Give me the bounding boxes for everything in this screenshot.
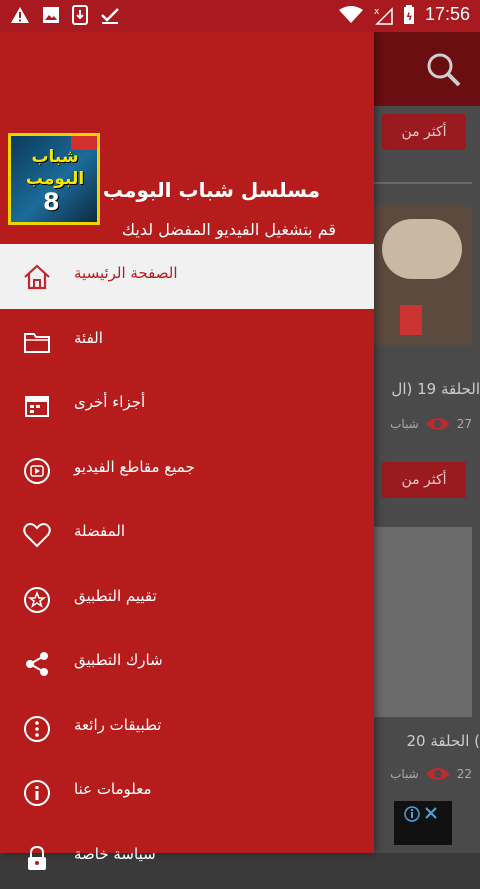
search-icon[interactable] (426, 52, 462, 88)
no-signal-icon: x (373, 5, 393, 25)
menu-item-label: تقييم التطبيق (74, 587, 157, 605)
eye-icon (425, 766, 451, 782)
share-icon (22, 649, 52, 679)
menu-item-other-parts[interactable]: أجزاء أخرى (0, 373, 374, 438)
divider (372, 182, 472, 184)
app-subtitle: قم بتشغيل الفيديو المفضل لديك (122, 220, 336, 239)
menu-item-label: جميع مقاطع الفيديو (74, 458, 195, 476)
status-bar: x ϟ 17:56 (0, 0, 480, 32)
menu-item-label: الصفحة الرئيسية (74, 264, 178, 282)
menu-item-favorites[interactable]: المفضلة (0, 502, 374, 567)
menu-item-category[interactable]: الفئة (0, 309, 374, 374)
calendar-icon (22, 391, 52, 421)
svg-text:x: x (374, 7, 380, 17)
download-icon (72, 5, 88, 25)
ad-info-icon[interactable] (402, 805, 442, 823)
star-icon (22, 585, 52, 615)
menu-item-label: شارك التطبيق (74, 651, 163, 669)
home-icon (22, 262, 52, 292)
ad-banner[interactable] (394, 801, 452, 845)
episode-title[interactable]: الحلقة 19 (ال (372, 380, 480, 398)
menu-item-home[interactable]: الصفحة الرئيسية (0, 244, 374, 309)
warning-icon (10, 6, 30, 24)
menu-item-label: المفضلة (74, 522, 125, 540)
menu-item-about-us[interactable]: معلومات عنا (0, 760, 374, 825)
logo-number: 8 (43, 188, 60, 216)
folder-icon (22, 327, 52, 357)
drawer-header: شباب البومب 8 مسلسل شباب البومب قم بتشغي… (0, 32, 374, 244)
wifi-icon (339, 6, 363, 24)
check-icon (100, 6, 120, 24)
menu-item-label: الفئة (74, 329, 103, 347)
channel-name: شباب (390, 417, 419, 431)
view-count: 27 (457, 417, 472, 431)
video-thumbnail[interactable] (372, 527, 472, 717)
more-button[interactable]: أكثر من (382, 114, 466, 150)
eye-icon (425, 416, 451, 432)
menu-item-share-app[interactable]: شارك التطبيق (0, 631, 374, 696)
menu-item-label: أجزاء أخرى (74, 393, 145, 411)
clock: 17:56 (425, 4, 470, 25)
video-thumbnail[interactable] (372, 205, 472, 345)
battery-icon: ϟ (403, 5, 415, 25)
menu-item-label: تطبيقات رائعة (74, 716, 161, 734)
channel-name: شباب (390, 767, 419, 781)
heart-icon (22, 520, 52, 550)
menu-item-label: سياسة خاصة (74, 845, 156, 863)
play-video-icon (22, 456, 52, 486)
more-dots-icon (22, 714, 52, 744)
more-button[interactable]: أكثر من (382, 462, 466, 498)
lock-icon (22, 843, 52, 873)
app-title: مسلسل شباب البومب (103, 178, 320, 202)
episode-title[interactable]: الحلقة 20 ( (372, 732, 480, 750)
menu-item-label: معلومات عنا (74, 780, 152, 798)
view-count: 22 (457, 767, 472, 781)
menu-item-rate-app[interactable]: تقييم التطبيق (0, 567, 374, 632)
image-icon (42, 6, 60, 24)
info-icon (22, 778, 52, 808)
navigation-drawer: شباب البومب 8 مسلسل شباب البومب قم بتشغي… (0, 32, 374, 853)
logo-text: شباب البومب (13, 146, 97, 190)
menu-item-all-videos[interactable]: جميع مقاطع الفيديو (0, 438, 374, 503)
menu-item-great-apps[interactable]: تطبيقات رائعة (0, 696, 374, 761)
menu-item-privacy-policy[interactable]: سياسة خاصة (0, 825, 374, 889)
drawer-menu: الصفحة الرئيسية الفئة أجزاء أخرى جميع مق… (0, 244, 374, 889)
app-logo: شباب البومب 8 (8, 133, 100, 225)
svg-text:ϟ: ϟ (406, 12, 413, 23)
